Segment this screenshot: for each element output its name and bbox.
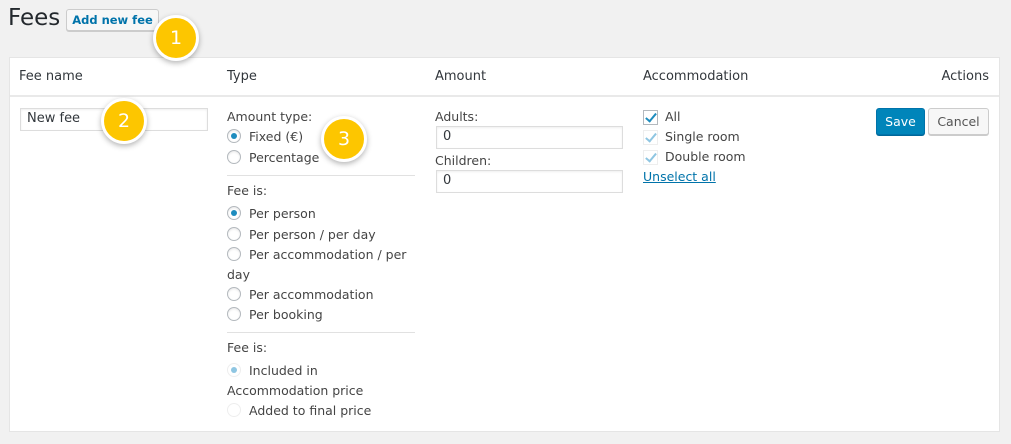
fee-is-label-2: Fee is: [227,340,268,355]
radio-label: Added to final price [249,403,372,418]
header-amount: Amount [435,69,487,84]
checkbox-all[interactable]: All [643,107,681,127]
checkbox-icon[interactable] [643,110,658,125]
radio-added-to-final-price[interactable]: Added to final price [227,401,371,421]
cancel-button[interactable]: Cancel [928,108,989,135]
radio-icon[interactable] [227,307,241,321]
divider [227,175,415,176]
radio-label: Percentage [249,150,320,165]
header-fee-name: Fee name [19,69,83,84]
radio-per-person[interactable]: Per person [227,204,316,224]
fee-is-label: Fee is: [227,183,268,198]
radio-per-accommodation[interactable]: Per accommodation [227,285,374,305]
radio-label: Per person / per day [249,227,376,242]
radio-percentage[interactable]: Percentage [227,148,319,168]
radio-icon[interactable] [227,129,241,143]
radio-included-in-price[interactable]: Included in Accommodation price [227,361,417,401]
checkbox-label: Single room [665,129,740,144]
radio-icon[interactable] [227,150,241,164]
radio-per-booking[interactable]: Per booking [227,305,323,325]
save-button[interactable]: Save [876,108,925,135]
radio-fixed[interactable]: Fixed (€) [227,127,303,147]
radio-label: Included in Accommodation price [227,363,364,398]
checkbox-double-room[interactable]: Double room [643,147,746,167]
radio-icon[interactable] [227,227,241,241]
unselect-all-link[interactable]: Unselect all [643,169,716,184]
add-new-fee-button[interactable]: Add new fee [66,9,159,31]
amount-type-label: Amount type: [227,109,313,124]
children-input[interactable]: 0 [436,170,623,193]
checkbox-label: Double room [665,149,746,164]
step-badge-2: 2 [101,98,147,144]
radio-label: Per accommodation / per day [227,247,407,282]
checkbox-icon[interactable] [643,130,658,145]
checkbox-label: All [665,109,681,124]
step-badge-3: 3 [321,116,367,162]
radio-per-person-per-day[interactable]: Per person / per day [227,225,376,245]
radio-label: Per accommodation [249,287,374,302]
table-header: Fee name Type Amount Accommodation Actio… [10,58,999,97]
radio-icon[interactable] [227,287,241,301]
children-label: Children: [435,153,492,168]
radio-icon[interactable] [227,247,241,261]
radio-icon[interactable] [227,403,241,417]
adults-label: Adults: [435,109,479,124]
radio-per-accommodation-per-day[interactable]: Per accommodation / per day [227,245,417,285]
radio-label: Per booking [249,307,323,322]
header-actions: Actions [941,69,990,84]
radio-label: Fixed (€) [249,129,304,144]
divider [227,332,415,333]
radio-icon[interactable] [227,206,241,220]
header-type: Type [227,69,257,84]
checkbox-single-room[interactable]: Single room [643,127,740,147]
page-title: Fees [8,5,61,31]
checkbox-icon[interactable] [643,150,658,165]
adults-input[interactable]: 0 [436,126,623,149]
header-accommodation: Accommodation [643,69,749,84]
radio-icon[interactable] [227,363,241,377]
step-badge-1: 1 [153,15,199,61]
radio-label: Per person [249,206,316,221]
